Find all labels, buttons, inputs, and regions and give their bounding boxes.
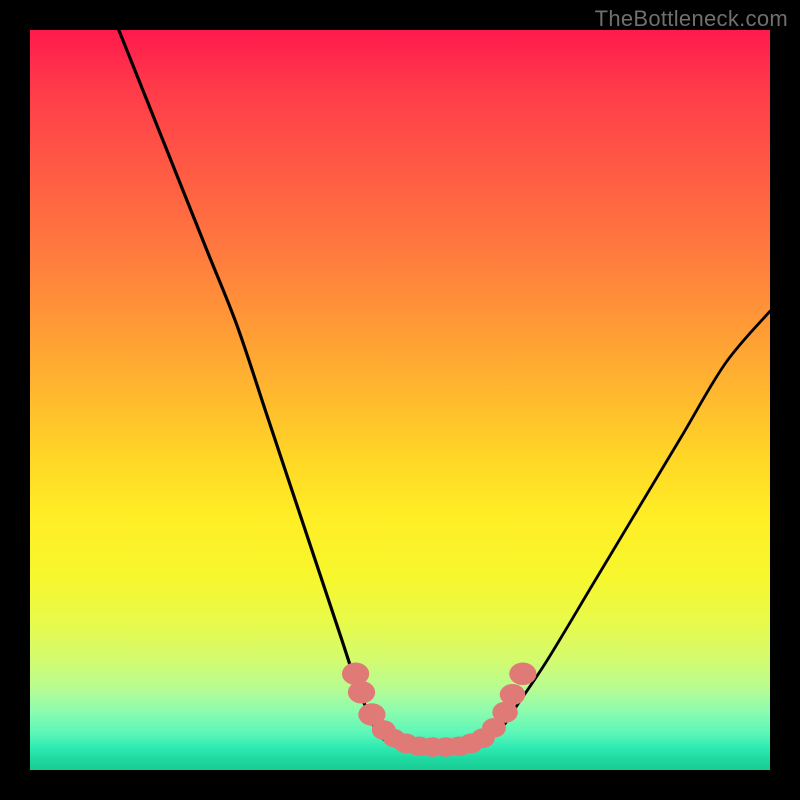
valley-marker <box>509 663 536 686</box>
plot-area <box>30 30 770 770</box>
chart-stage: TheBottleneck.com <box>0 0 800 800</box>
valley-markers-group <box>342 663 536 757</box>
valley-marker <box>500 684 526 705</box>
watermark-text: TheBottleneck.com <box>595 6 788 32</box>
curve-left-branch <box>119 30 385 740</box>
valley-marker <box>348 681 375 704</box>
curve-svg <box>30 30 770 770</box>
